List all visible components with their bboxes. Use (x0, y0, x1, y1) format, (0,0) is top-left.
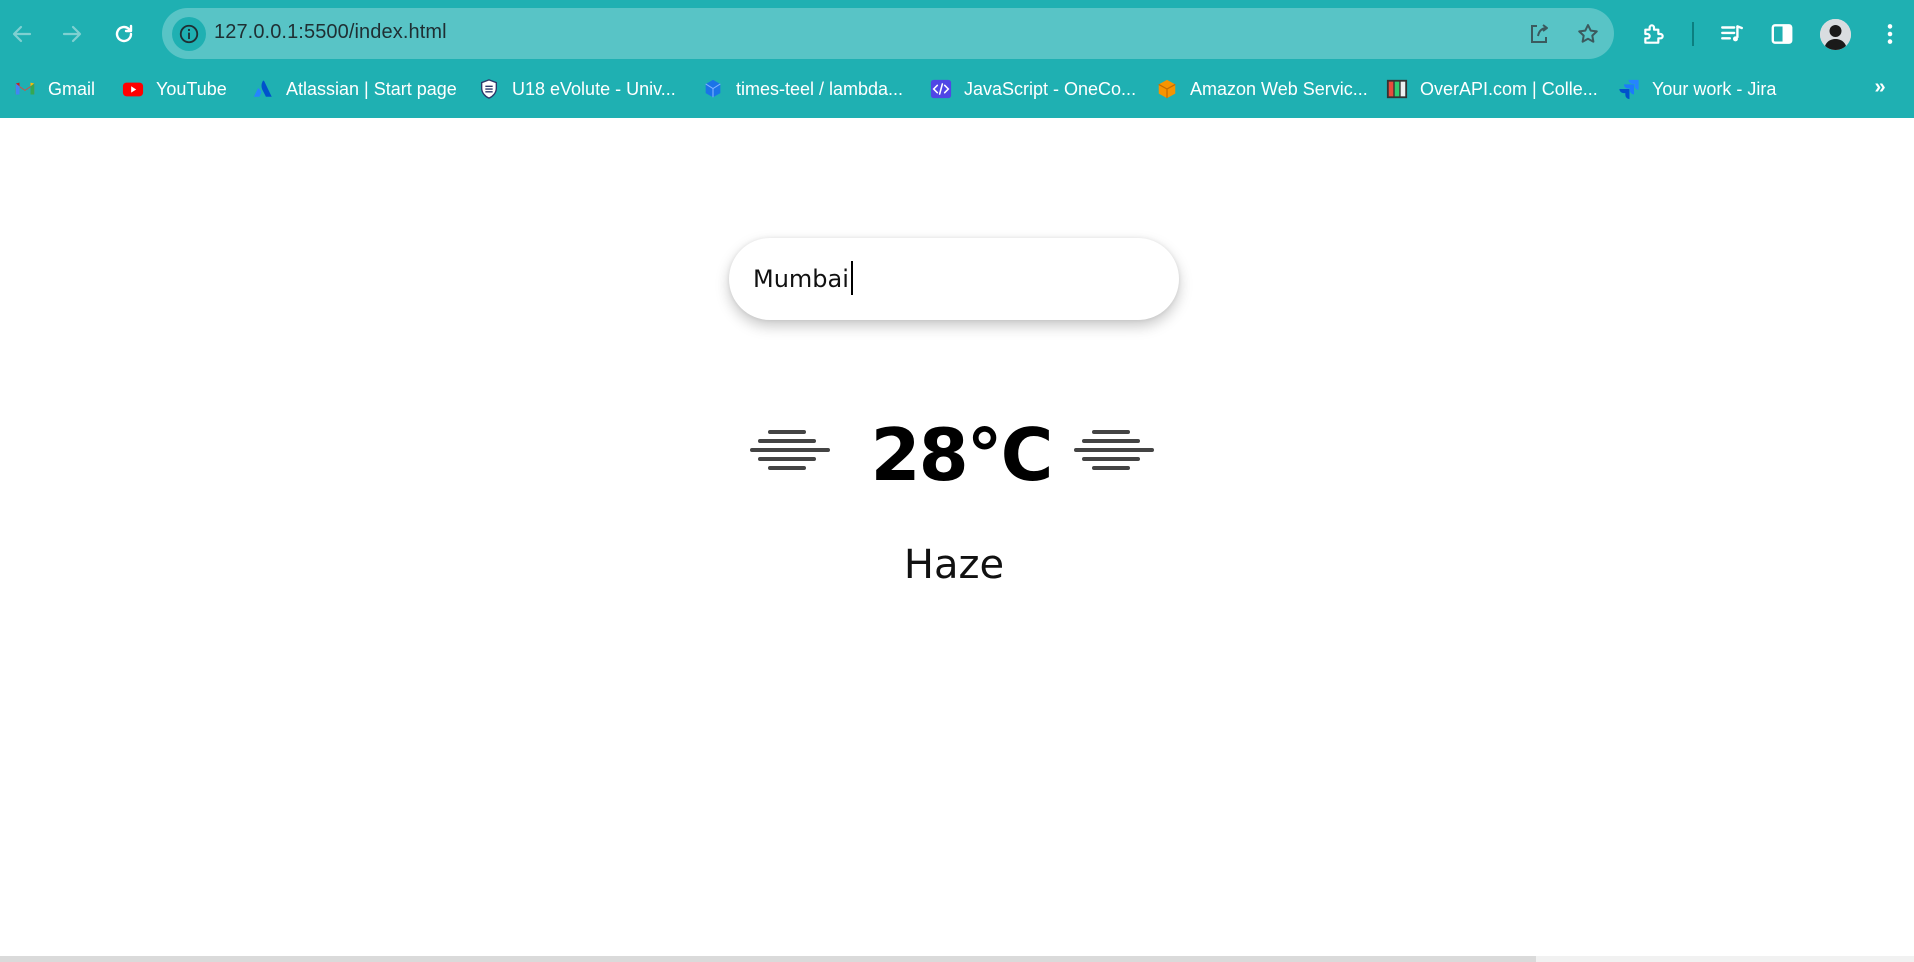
browser-toolbar: 127.0.0.1:5500/index.html (0, 0, 1914, 68)
bookmark-javascript-onecompiler[interactable]: JavaScript - OneCo... (930, 74, 1136, 104)
weather-condition: Haze (903, 542, 1005, 588)
toolbar-divider (1692, 22, 1694, 46)
address-bar[interactable]: 127.0.0.1:5500/index.html (162, 8, 1614, 59)
city-search-box[interactable] (729, 238, 1179, 320)
reload-icon (115, 24, 133, 43)
profile-photo (1820, 19, 1851, 50)
browser-chrome: 127.0.0.1:5500/index.html Gmail YouTube … (0, 0, 1914, 118)
share-icon (1531, 24, 1548, 43)
bookmark-overapi[interactable]: OverAPI.com | Colle... (1386, 74, 1598, 104)
aws-box-icon (1156, 78, 1178, 100)
avatar[interactable] (1820, 19, 1851, 50)
weather-summary: 28°C (748, 410, 1168, 500)
share-button[interactable] (1524, 19, 1554, 49)
bookmark-label: U18 eVolute - Univ... (512, 78, 676, 99)
horizontal-scrollbar-thumb[interactable] (0, 956, 1536, 962)
bookmark-label: Atlassian | Start page (286, 78, 457, 99)
bookmark-lambda[interactable]: times-teel / lambda... (702, 74, 903, 104)
bookmark-jira[interactable]: Your work - Jira (1618, 74, 1776, 104)
bookmark-label: YouTube (156, 78, 227, 99)
kebab-menu-icon (1887, 24, 1893, 44)
reload-button[interactable] (104, 14, 144, 54)
haze-icon (1072, 422, 1156, 482)
overapi-icon (1386, 78, 1408, 100)
bookmark-label: Gmail (48, 78, 96, 99)
text-cursor (851, 261, 853, 295)
side-panel-icon (1771, 24, 1793, 44)
bookmark-label: times-teel / lambda... (736, 78, 904, 99)
media-controls-button[interactable] (1714, 16, 1750, 52)
gmail-icon (14, 78, 36, 100)
side-panel-button[interactable] (1764, 16, 1800, 52)
haze-icon (748, 422, 832, 482)
forward-button[interactable] (52, 14, 92, 54)
youtube-icon (122, 78, 144, 100)
bookmark-atlassian[interactable]: Atlassian | Start page (252, 74, 457, 104)
cube-icon (702, 78, 724, 100)
info-icon (179, 24, 199, 44)
jira-icon (1618, 78, 1640, 100)
browser-menu-button[interactable] (1872, 16, 1908, 52)
bookmark-label: JavaScript - OneCo... (964, 78, 1137, 99)
temperature-value: 28°C (870, 413, 1053, 497)
bookmark-star-button[interactable] (1573, 19, 1603, 49)
atlassian-icon (252, 78, 274, 100)
arrow-left-icon (12, 25, 32, 43)
star-icon (1578, 24, 1598, 43)
bookmark-label: OverAPI.com | Colle... (1420, 78, 1598, 99)
back-button[interactable] (2, 14, 42, 54)
extensions-button[interactable] (1636, 16, 1672, 52)
university-crest-icon (478, 78, 500, 100)
bookmarks-bar: Gmail YouTube Atlassian | Start page U18… (0, 72, 1914, 106)
bookmark-label: Amazon Web Servic... (1190, 78, 1368, 99)
city-search-input[interactable] (753, 258, 1153, 300)
arrow-right-icon (62, 25, 82, 43)
url-text[interactable]: 127.0.0.1:5500/index.html (214, 21, 447, 44)
bookmark-u18-evolute[interactable]: U18 eVolute - Univ... (478, 74, 676, 104)
site-info-button[interactable] (172, 17, 206, 51)
bookmark-label: Your work - Jira (1652, 78, 1777, 99)
more-bookmarks-button[interactable]: » (1868, 72, 1892, 102)
media-queue-icon (1721, 25, 1743, 42)
puzzle-icon (1644, 24, 1664, 44)
code-icon (930, 78, 952, 100)
bookmark-aws[interactable]: Amazon Web Servic... (1156, 74, 1368, 104)
bookmark-youtube[interactable]: YouTube (122, 74, 227, 104)
bookmark-gmail[interactable]: Gmail (14, 74, 95, 104)
